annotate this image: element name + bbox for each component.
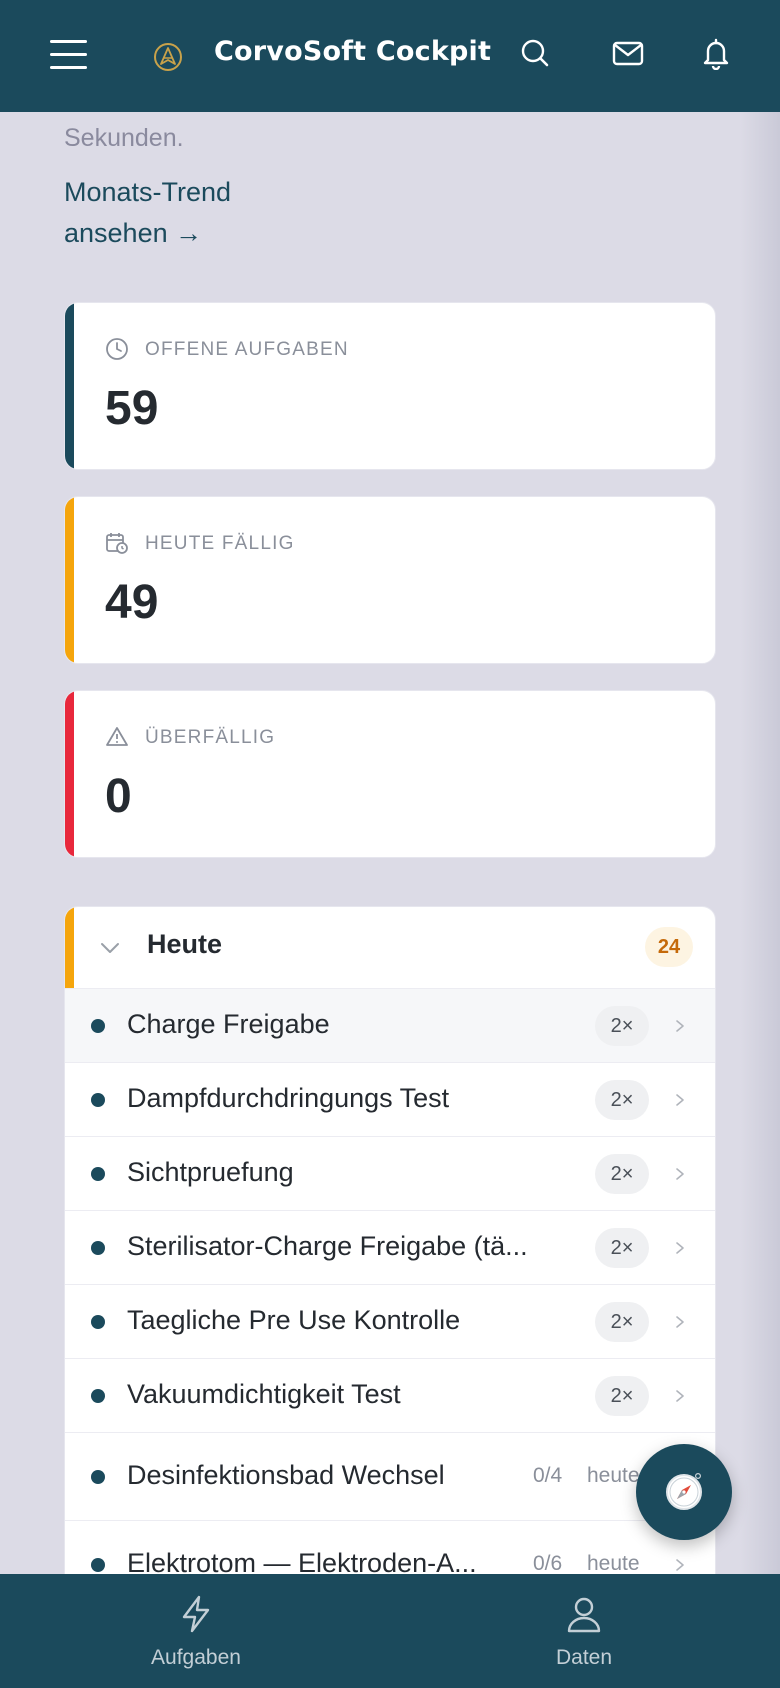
chevron-right-icon [676,1316,684,1328]
chevron-right-icon [676,1020,684,1032]
app-header: CorvoSoft Cockpit [0,0,780,112]
status-dot [91,1093,105,1107]
task-name: Dampfdurchdringungs Test [127,1083,450,1113]
task-row[interactable]: Desinfektionsbad Wechsel 0/4 heute [65,1433,715,1521]
lightning-icon [182,1595,210,1633]
status-dot [91,1241,105,1255]
chevron-right-icon [676,1242,684,1254]
stat-card-overdue[interactable]: ÜBERFÄLLIG 0 [64,690,716,858]
corvosoft-logo-icon [154,43,182,71]
list-title: Heute [147,929,223,959]
app-title: CorvoSoft Cockpit [214,36,492,67]
stat-accent [65,497,74,663]
nav-label: Aufgaben [151,1646,241,1669]
mail-icon[interactable] [611,36,645,70]
chevron-right-icon [676,1094,684,1106]
stat-label: ÜBERFÄLLIG [145,727,276,748]
stat-value: 49 [105,576,159,629]
stat-card-due-today[interactable]: HEUTE FÄLLIG 49 [64,496,716,664]
task-name: Desinfektionsbad Wechsel [127,1460,445,1490]
task-row[interactable]: Sichtpruefung 2× [65,1137,715,1211]
calendar-clock-icon [106,533,128,554]
task-name: Sichtpruefung [127,1157,294,1187]
task-name: Charge Freigabe [127,1009,330,1039]
person-icon [567,1597,601,1633]
stat-card-open-tasks[interactable]: OFFENE AUFGABEN 59 [64,302,716,470]
nav-tab-daten[interactable]: Daten [484,1574,684,1688]
status-dot [91,1019,105,1033]
repeat-badge: 2× [595,1376,649,1416]
chevron-right-icon [676,1559,684,1571]
count-badge: 24 [645,927,693,967]
nav-tab-aufgaben[interactable]: Aufgaben [96,1574,296,1688]
status-dot [91,1389,105,1403]
nav-label: Daten [555,1646,613,1669]
bell-icon[interactable] [699,36,733,71]
monthly-trend-link[interactable]: Monats-Trend ansehen → [64,172,324,254]
repeat-badge: 2× [595,1302,649,1342]
stat-accent [65,691,74,857]
task-row[interactable]: Sterilisator-Charge Freigabe (tä... 2× [65,1211,715,1285]
stat-value: 59 [105,382,159,435]
list-header-toggle[interactable]: Heute 24 [65,907,715,989]
status-dot [91,1315,105,1329]
list-accent [65,907,74,988]
task-due: heute [587,1464,640,1487]
clock-icon [106,338,128,360]
repeat-badge: 2× [595,1080,649,1120]
task-progress: 0/4 [533,1464,563,1487]
compass-fab-button[interactable] [636,1444,732,1540]
task-due: heute [587,1552,640,1575]
task-row[interactable]: Vakuumdichtigkeit Test 2× [65,1359,715,1433]
search-icon[interactable] [518,36,552,70]
task-name: Vakuumdichtigkeit Test [127,1379,401,1409]
bottom-navigation: Aufgaben Daten [0,1574,780,1688]
scroll-shadow [740,112,780,1574]
chevron-right-icon [676,1390,684,1402]
warning-triangle-icon [106,727,128,746]
chevron-down-icon[interactable] [97,935,123,961]
stat-value: 0 [105,770,132,823]
task-name: Taegliche Pre Use Kontrolle [127,1305,461,1335]
status-dot [91,1470,105,1484]
intro-text: Sekunden. [64,124,184,152]
repeat-badge: 2× [595,1006,649,1046]
stat-label: OFFENE AUFGABEN [145,339,349,360]
status-dot [91,1167,105,1181]
stat-label: HEUTE FÄLLIG [145,533,295,554]
task-name: Sterilisator-Charge Freigabe (tä... [127,1231,528,1261]
stat-accent [65,303,74,469]
hamburger-menu-icon[interactable] [50,38,87,72]
task-progress: 0/6 [533,1552,563,1575]
status-dot [91,1558,105,1572]
repeat-badge: 2× [595,1154,649,1194]
task-row[interactable]: Taegliche Pre Use Kontrolle 2× [65,1285,715,1359]
compass-icon [666,1472,702,1510]
today-task-list: Heute 24 Charge Freigabe 2× Dampfdurchdr… [64,906,716,1606]
task-row[interactable]: Charge Freigabe 2× [65,989,715,1063]
repeat-badge: 2× [595,1228,649,1268]
task-row[interactable]: Dampfdurchdringungs Test 2× [65,1063,715,1137]
chevron-right-icon [676,1168,684,1180]
